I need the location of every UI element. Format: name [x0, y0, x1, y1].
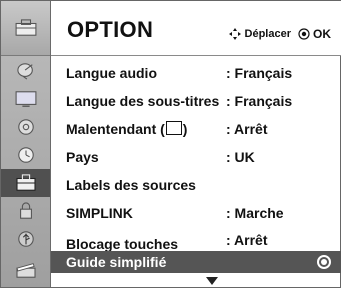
- menu-item-audio-language[interactable]: Langue audio : Français: [51, 59, 341, 87]
- menu-item-label: Blocage touches: [66, 236, 179, 252]
- ok-button-icon: [298, 28, 310, 40]
- page-title: OPTION: [67, 17, 154, 42]
- menu-item-label: Langue audio: [66, 65, 157, 81]
- usb-icon: [17, 231, 34, 247]
- sidebar-item-picture[interactable]: [1, 85, 50, 113]
- navigation-hint: Déplacer OK: [228, 27, 331, 41]
- selected-radio-icon: [317, 255, 331, 269]
- option-menu-window: OPTION Déplacer OK Langue audio : França…: [0, 0, 341, 288]
- sidebar-item-media[interactable]: [1, 253, 50, 287]
- subtitle-box-icon: [165, 121, 182, 135]
- option-toolbox-icon: [15, 174, 36, 191]
- toolbox-icon: [15, 19, 36, 36]
- sidebar-item-option[interactable]: [1, 169, 50, 197]
- clock-icon: [17, 147, 34, 163]
- sidebar-item-lock[interactable]: [1, 197, 50, 225]
- sidebar-item-audio[interactable]: [1, 113, 50, 141]
- sidebar-item-setup[interactable]: [1, 57, 50, 85]
- option-menu-list: Langue audio : Français Langue des sous-…: [51, 57, 341, 288]
- menu-header: OPTION Déplacer OK: [51, 1, 341, 55]
- option-category-icon[interactable]: [1, 1, 50, 56]
- menu-item-value: : Arrêt: [226, 121, 268, 137]
- menu-item-label: Pays: [66, 149, 99, 165]
- menu-item-label: Langue des sous-titres: [66, 93, 220, 109]
- lock-icon: [19, 202, 32, 219]
- header-divider: [51, 55, 341, 56]
- menu-item-label: Guide simplifié: [66, 254, 167, 270]
- menu-item-label: Malentendant (): [66, 121, 187, 137]
- scroll-down-arrow-icon[interactable]: [206, 277, 218, 285]
- menu-item-simplink[interactable]: SIMPLINK : Marche: [51, 199, 341, 227]
- menu-item-value: : UK: [226, 149, 255, 165]
- menu-item-value: : Français: [226, 93, 293, 109]
- ok-hint-label: OK: [313, 27, 331, 41]
- audio-disc-icon: [17, 119, 34, 135]
- satellite-dish-icon: [16, 63, 33, 80]
- menu-item-value: : Marche: [226, 205, 284, 221]
- menu-item-input-labels[interactable]: Labels des sources: [51, 171, 341, 199]
- menu-item-value: : Arrêt: [226, 232, 268, 248]
- menu-item-label-end: ): [182, 121, 188, 137]
- tv-screen-icon: [15, 91, 36, 107]
- menu-item-value: : Français: [226, 65, 293, 81]
- menu-item-label-start: Malentendant (: [66, 121, 165, 137]
- menu-item-label: SIMPLINK: [66, 205, 133, 221]
- sidebar-item-usb[interactable]: [1, 225, 50, 253]
- sidebar-item-time[interactable]: [1, 141, 50, 169]
- menu-item-subtitle-language[interactable]: Langue des sous-titres : Français: [51, 87, 341, 115]
- menu-item-label: Labels des sources: [66, 177, 196, 193]
- move-hint-label: Déplacer: [244, 28, 291, 40]
- menu-item-simple-manual[interactable]: Guide simplifié: [51, 251, 341, 273]
- four-way-arrow-icon: [228, 28, 241, 40]
- category-sidebar: [1, 1, 51, 287]
- clapperboard-icon: [15, 263, 36, 278]
- menu-item-hard-of-hearing[interactable]: Malentendant () : Arrêt: [51, 115, 341, 143]
- menu-item-country[interactable]: Pays : UK: [51, 143, 341, 171]
